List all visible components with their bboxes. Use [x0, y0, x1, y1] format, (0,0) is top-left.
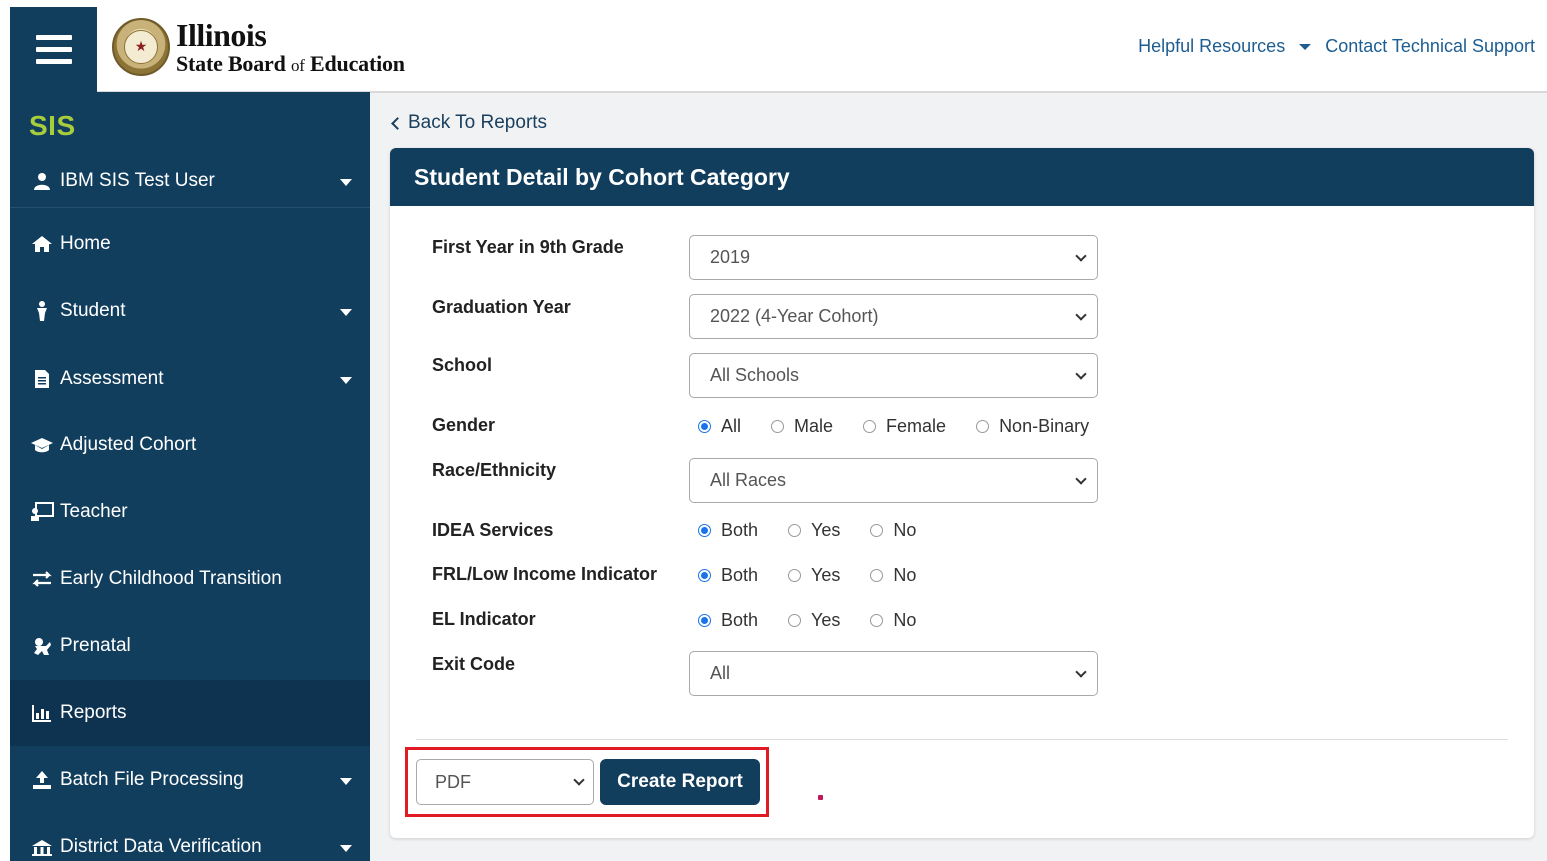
gender-radio-group: All Male Female Non-Binary	[698, 416, 1119, 437]
frl-radio-group: Both Yes No	[698, 565, 946, 586]
chevron-down-icon	[1075, 666, 1087, 678]
menu-toggle-button[interactable]	[10, 7, 97, 92]
report-panel: Student Detail by Cohort Category First …	[390, 148, 1534, 838]
chevron-down-icon	[1075, 473, 1087, 485]
chevron-down-icon	[1075, 309, 1087, 321]
frl-both-radio[interactable]: Both	[698, 565, 758, 586]
idea-services-label: IDEA Services	[432, 520, 554, 540]
logo-title: Illinois	[176, 17, 267, 53]
chevron-down-icon	[1075, 368, 1087, 380]
gender-all-radio[interactable]: All	[698, 416, 741, 437]
el-both-radio[interactable]: Both	[698, 610, 758, 631]
idea-both-radio[interactable]: Both	[698, 520, 758, 541]
sidebar-item-early-childhood-transition[interactable]: Early Childhood Transition	[10, 546, 370, 612]
frl-yes-radio[interactable]: Yes	[788, 565, 840, 586]
sidebar-item-district-data-verification[interactable]: District Data Verification	[10, 814, 370, 861]
idea-yes-radio[interactable]: Yes	[788, 520, 840, 541]
home-icon	[28, 235, 56, 253]
first-year-label: First Year in 9th Grade	[432, 237, 624, 257]
gender-label: Gender	[432, 415, 496, 435]
exchange-arrows-icon	[28, 571, 56, 587]
sidebar-item-prenatal[interactable]: Prenatal	[10, 613, 370, 679]
el-yes-radio[interactable]: Yes	[788, 610, 840, 631]
assessment-icon	[28, 369, 56, 389]
graduation-year-select[interactable]: 2022 (4-Year Cohort)	[689, 294, 1098, 339]
sidebar-item-teacher[interactable]: Teacher	[10, 479, 370, 545]
baby-icon	[28, 636, 56, 656]
assessment-caret-icon	[340, 377, 352, 384]
el-radio-group: Both Yes No	[698, 610, 946, 631]
exit-code-label: Exit Code	[432, 654, 516, 674]
state-seal-icon: ★	[112, 18, 170, 76]
gender-female-radio[interactable]: Female	[863, 416, 946, 437]
helpful-resources-link[interactable]: Helpful Resources	[1138, 36, 1285, 57]
teacher-board-icon	[28, 502, 56, 522]
gender-male-radio[interactable]: Male	[771, 416, 833, 437]
user-icon	[28, 172, 56, 190]
batch-caret-icon	[340, 778, 352, 785]
race-ethnicity-select[interactable]: All Races	[689, 458, 1098, 503]
idea-no-radio[interactable]: No	[870, 520, 916, 541]
panel-title: Student Detail by Cohort Category	[390, 148, 1534, 206]
back-to-reports-link[interactable]: Back To Reports	[390, 112, 547, 134]
chevron-down-icon	[573, 774, 585, 786]
contact-support-link[interactable]: Contact Technical Support	[1325, 36, 1535, 57]
upload-icon	[28, 770, 56, 790]
idea-radio-group: Both Yes No	[698, 520, 946, 541]
el-indicator-label: EL Indicator	[432, 609, 536, 629]
frl-label: FRL/Low Income Indicator	[432, 564, 658, 584]
chevron-down-icon	[1075, 250, 1087, 262]
sidebar-item-assessment[interactable]: Assessment	[10, 346, 370, 412]
top-links: Helpful Resources Contact Technical Supp…	[1138, 36, 1535, 57]
frl-no-radio[interactable]: No	[870, 565, 916, 586]
sidebar-item-student[interactable]: Student	[10, 278, 370, 344]
race-ethnicity-label: Race/Ethnicity	[432, 460, 557, 480]
sidebar-item-reports[interactable]: Reports	[10, 680, 370, 746]
sidebar-item-batch-file-processing[interactable]: Batch File Processing	[10, 747, 370, 813]
gender-non-binary-radio[interactable]: Non-Binary	[976, 416, 1089, 437]
isbe-logo[interactable]: ★ Illinois State Board of Education	[112, 16, 405, 78]
hamburger-icon	[35, 35, 72, 64]
graduation-year-label: Graduation Year	[432, 297, 571, 317]
helpful-resources-caret-icon[interactable]	[1299, 43, 1312, 50]
create-report-button[interactable]: Create Report	[600, 759, 760, 805]
school-label: School	[432, 355, 493, 375]
user-name: IBM SIS Test User	[60, 169, 215, 191]
school-select[interactable]: All Schools	[689, 353, 1098, 398]
graduation-cap-icon	[28, 437, 56, 453]
sidebar-item-home[interactable]: Home	[10, 211, 370, 277]
user-caret-icon	[340, 178, 352, 186]
verification-icon	[28, 838, 56, 856]
district-caret-icon	[340, 845, 352, 852]
loading-indicator	[818, 795, 823, 800]
chevron-left-icon	[391, 116, 404, 130]
app-name: SIS	[29, 110, 76, 141]
logo-subtitle: State Board of Education	[176, 51, 405, 76]
first-year-select[interactable]: 2019	[689, 235, 1098, 280]
sidebar: SIS IBM SIS Test User Home Student Asses…	[10, 92, 370, 861]
student-caret-icon	[340, 309, 352, 316]
student-icon	[28, 301, 56, 321]
form-divider	[416, 739, 1508, 740]
exit-code-select[interactable]: All	[689, 651, 1098, 696]
report-format-select[interactable]: PDF	[416, 759, 594, 805]
chart-icon	[28, 704, 56, 722]
sidebar-item-adjusted-cohort[interactable]: Adjusted Cohort	[10, 412, 370, 478]
user-menu[interactable]: IBM SIS Test User	[10, 154, 370, 208]
el-no-radio[interactable]: No	[870, 610, 916, 631]
